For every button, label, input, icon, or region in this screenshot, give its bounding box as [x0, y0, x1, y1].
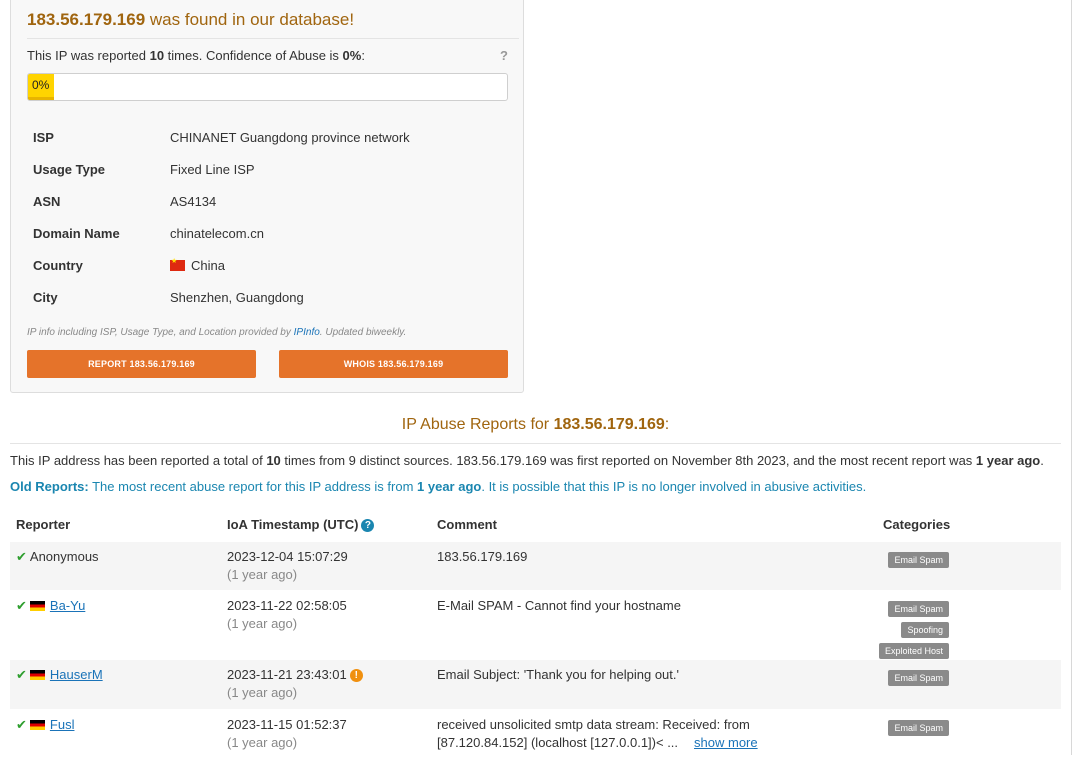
de-flag-icon: [29, 720, 45, 730]
reporter-link[interactable]: Ba-Yu: [50, 598, 85, 613]
reporter-name: Anonymous: [29, 549, 99, 564]
ip-details-table: ISP CHINANET Guangdong province network Us…: [27, 121, 507, 313]
column-header-comment: Comment: [437, 517, 497, 532]
timestamp: 2023-11-15 01:52:37: [227, 717, 347, 732]
comment-cell: E-Mail SPAM - Cannot find your hostname: [437, 598, 857, 613]
comment-text: 183.56.179.169: [437, 549, 528, 564]
comment-text-continued: [87.120.84.152] (localhost [127.0.0.1])<…: [437, 735, 679, 750]
reporter-cell: ✔ Ba-Yu: [16, 598, 85, 614]
verified-check-icon: ✔: [16, 598, 27, 613]
comment-cell: Email Subject: 'Thank you for helping ou…: [437, 667, 857, 682]
detail-label: ASN: [33, 193, 61, 209]
whois-ip-button[interactable]: WHOIS 183.56.179.169: [279, 350, 508, 378]
timestamp: 2023-11-21 23:43:01: [227, 667, 347, 682]
confidence-bar-fill: 0%: [28, 74, 54, 100]
comment-text: Email Subject: 'Thank you for helping ou…: [437, 667, 679, 682]
ipinfo-note: IP info including ISP, Usage Type, and L…: [27, 327, 407, 338]
verified-check-icon: ✔: [16, 717, 27, 732]
comment-cell: received unsolicited smtp data stream: R…: [437, 717, 857, 750]
relative-time: (1 year ago): [227, 735, 298, 750]
column-header-reporter: Reporter: [16, 517, 71, 532]
detail-label: Usage Type: [33, 161, 106, 177]
report-ip-button[interactable]: REPORT 183.56.179.169: [27, 350, 256, 378]
ip-detail-row: ASN AS4134: [27, 185, 507, 217]
confidence-text: This IP was reported 10 times. Confidenc…: [27, 48, 365, 63]
category-badge[interactable]: Spoofing: [901, 622, 949, 638]
timestamp: 2023-12-04 15:07:29: [227, 549, 348, 564]
report-row: ✔ Anonymous 2023-12-04 15:07:29 (1 year ago…: [10, 542, 1061, 590]
category-badge[interactable]: Email Spam: [888, 601, 949, 617]
reporter-cell: ✔ Fusl: [16, 717, 74, 733]
column-header-categories: Categories: [883, 517, 951, 532]
report-row: ✔ Ba-Yu 2023-11-22 02:58:05 (1 year ago) E-M…: [10, 591, 1061, 659]
reports-summary: This IP address has been reported a tota…: [10, 453, 1044, 468]
detail-value: Shenzhen, Guangdong: [170, 289, 304, 305]
category-badge[interactable]: Email Spam: [888, 552, 949, 568]
report-row: ✔ Fusl 2023-11-15 01:52:37 (1 year ago) rece…: [10, 710, 1061, 770]
detail-label: Domain Name: [33, 225, 120, 241]
comment-text: received unsolicited smtp data stream: R…: [437, 717, 750, 732]
categories-cell: Email Spam: [888, 718, 949, 739]
detail-label: Country: [33, 257, 83, 273]
divider: [27, 38, 519, 39]
ip-info-card: 183.56.179.169 was found in our database…: [10, 0, 524, 393]
categories-cell: Email Spam Spoofing Exploited Host: [878, 599, 949, 662]
verified-check-icon: ✔: [16, 667, 27, 682]
category-badge[interactable]: Email Spam: [888, 720, 949, 736]
show-more-link[interactable]: show more: [694, 735, 758, 750]
confidence-bar: 0%: [27, 73, 508, 101]
detail-label: ISP: [33, 129, 54, 145]
info-icon[interactable]: ?: [361, 519, 375, 532]
category-badge[interactable]: Exploited Host: [878, 643, 949, 659]
comment-cell: 183.56.179.169: [437, 549, 857, 564]
report-row: ✔ HauserM 2023-11-21 23:43:01! (1 year ago)…: [10, 660, 1061, 709]
comment-text: E-Mail SPAM - Cannot find your hostname: [437, 598, 681, 613]
old-reports-notice: Old Reports: The most recent abuse repor…: [10, 479, 867, 494]
reporter-cell: ✔ Anonymous: [16, 549, 99, 565]
timestamp-cell: 2023-11-22 02:58:05 (1 year ago): [227, 598, 347, 631]
ip-detail-row: ISP CHINANET Guangdong province network: [27, 121, 507, 153]
ip-detail-row: Country China: [27, 249, 507, 281]
column-header-timestamp: IoA Timestamp (UTC)?: [227, 517, 375, 532]
page-edge: [1071, 0, 1072, 755]
detail-label: City: [33, 289, 58, 305]
categories-cell: Email Spam: [888, 550, 949, 571]
reports-title: IP Abuse Reports for 183.56.179.169:: [401, 416, 670, 433]
timestamp-cell: 2023-12-04 15:07:29 (1 year ago): [227, 549, 348, 582]
ip-detail-row: Domain Name chinatelecom.cn: [27, 217, 507, 249]
timestamp-cell: 2023-11-21 23:43:01! (1 year ago): [227, 667, 363, 700]
relative-time: (1 year ago): [227, 616, 298, 631]
detail-value: China: [164, 249, 507, 281]
categories-cell: Email Spam: [888, 668, 949, 689]
relative-time: (1 year ago): [227, 567, 298, 582]
de-flag-icon: [29, 601, 45, 611]
ip-detail-row: City Shenzhen, Guangdong: [27, 281, 507, 313]
relative-time: (1 year ago): [227, 685, 298, 700]
detail-value: Fixed Line ISP: [170, 161, 255, 177]
timestamp-cell: 2023-11-15 01:52:37 (1 year ago): [227, 717, 347, 750]
ip-detail-row: Usage Type Fixed Line ISP: [27, 153, 507, 185]
detail-value: CHINANET Guangdong province network: [170, 129, 410, 145]
cn-flag-icon: [170, 257, 185, 271]
category-badge[interactable]: Email Spam: [888, 670, 949, 686]
detail-value: chinatelecom.cn: [170, 225, 264, 241]
detail-value: AS4134: [170, 193, 217, 209]
reporter-cell: ✔ HauserM: [16, 667, 103, 683]
de-flag-icon: [29, 670, 45, 680]
found-title: 183.56.179.169 was found in our database…: [27, 10, 355, 29]
ipinfo-link[interactable]: IPInfo: [294, 327, 320, 338]
reporter-link[interactable]: Fusl: [50, 717, 75, 732]
warning-icon[interactable]: !: [349, 669, 363, 682]
reporter-link[interactable]: HauserM: [50, 667, 103, 682]
divider: [10, 443, 1061, 444]
help-icon[interactable]: ?: [500, 48, 508, 63]
verified-check-icon: ✔: [16, 549, 27, 564]
timestamp: 2023-11-22 02:58:05: [227, 598, 347, 613]
